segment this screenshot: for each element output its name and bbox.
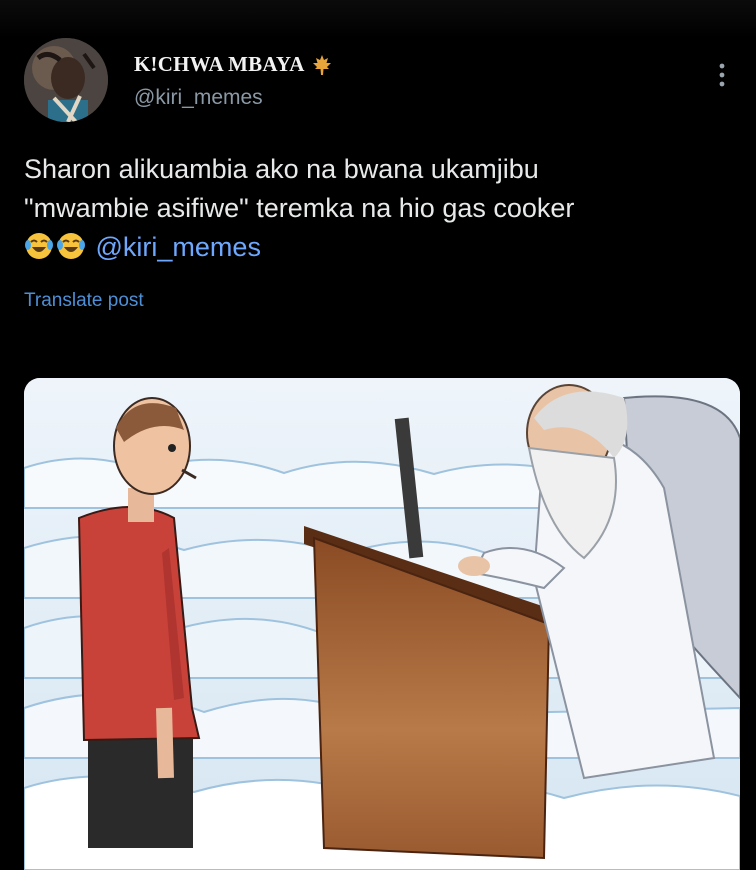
post-text-line: "mwambie asifiwe" teremka na hio gas coo… (24, 193, 575, 223)
face-with-tears-of-joy-icon (25, 233, 53, 259)
author-name-row: K!CHWA MBAYA (134, 52, 333, 77)
translate-post-link[interactable]: Translate post (24, 290, 144, 312)
face-with-tears-of-joy-icon (57, 233, 85, 259)
post-text-line-emoji: @kiri_memes (24, 228, 739, 267)
post-media-image[interactable] (24, 378, 740, 870)
author-handle[interactable]: @kiri_memes (134, 86, 263, 110)
more-vertical-icon[interactable] (712, 58, 732, 92)
post-text: Sharon alikuambia ako na bwana ukamjibu … (24, 150, 739, 267)
top-bar (0, 0, 756, 38)
author-avatar[interactable] (24, 38, 108, 122)
author-display-name[interactable]: K!CHWA MBAYA (134, 52, 305, 77)
cartoon-image (24, 378, 740, 870)
mention-link[interactable]: @kiri_memes (96, 232, 261, 262)
maple-leaf-icon (312, 54, 331, 75)
post-text-line: Sharon alikuambia ako na bwana ukamjibu (24, 154, 539, 184)
avatar-image (24, 38, 108, 122)
